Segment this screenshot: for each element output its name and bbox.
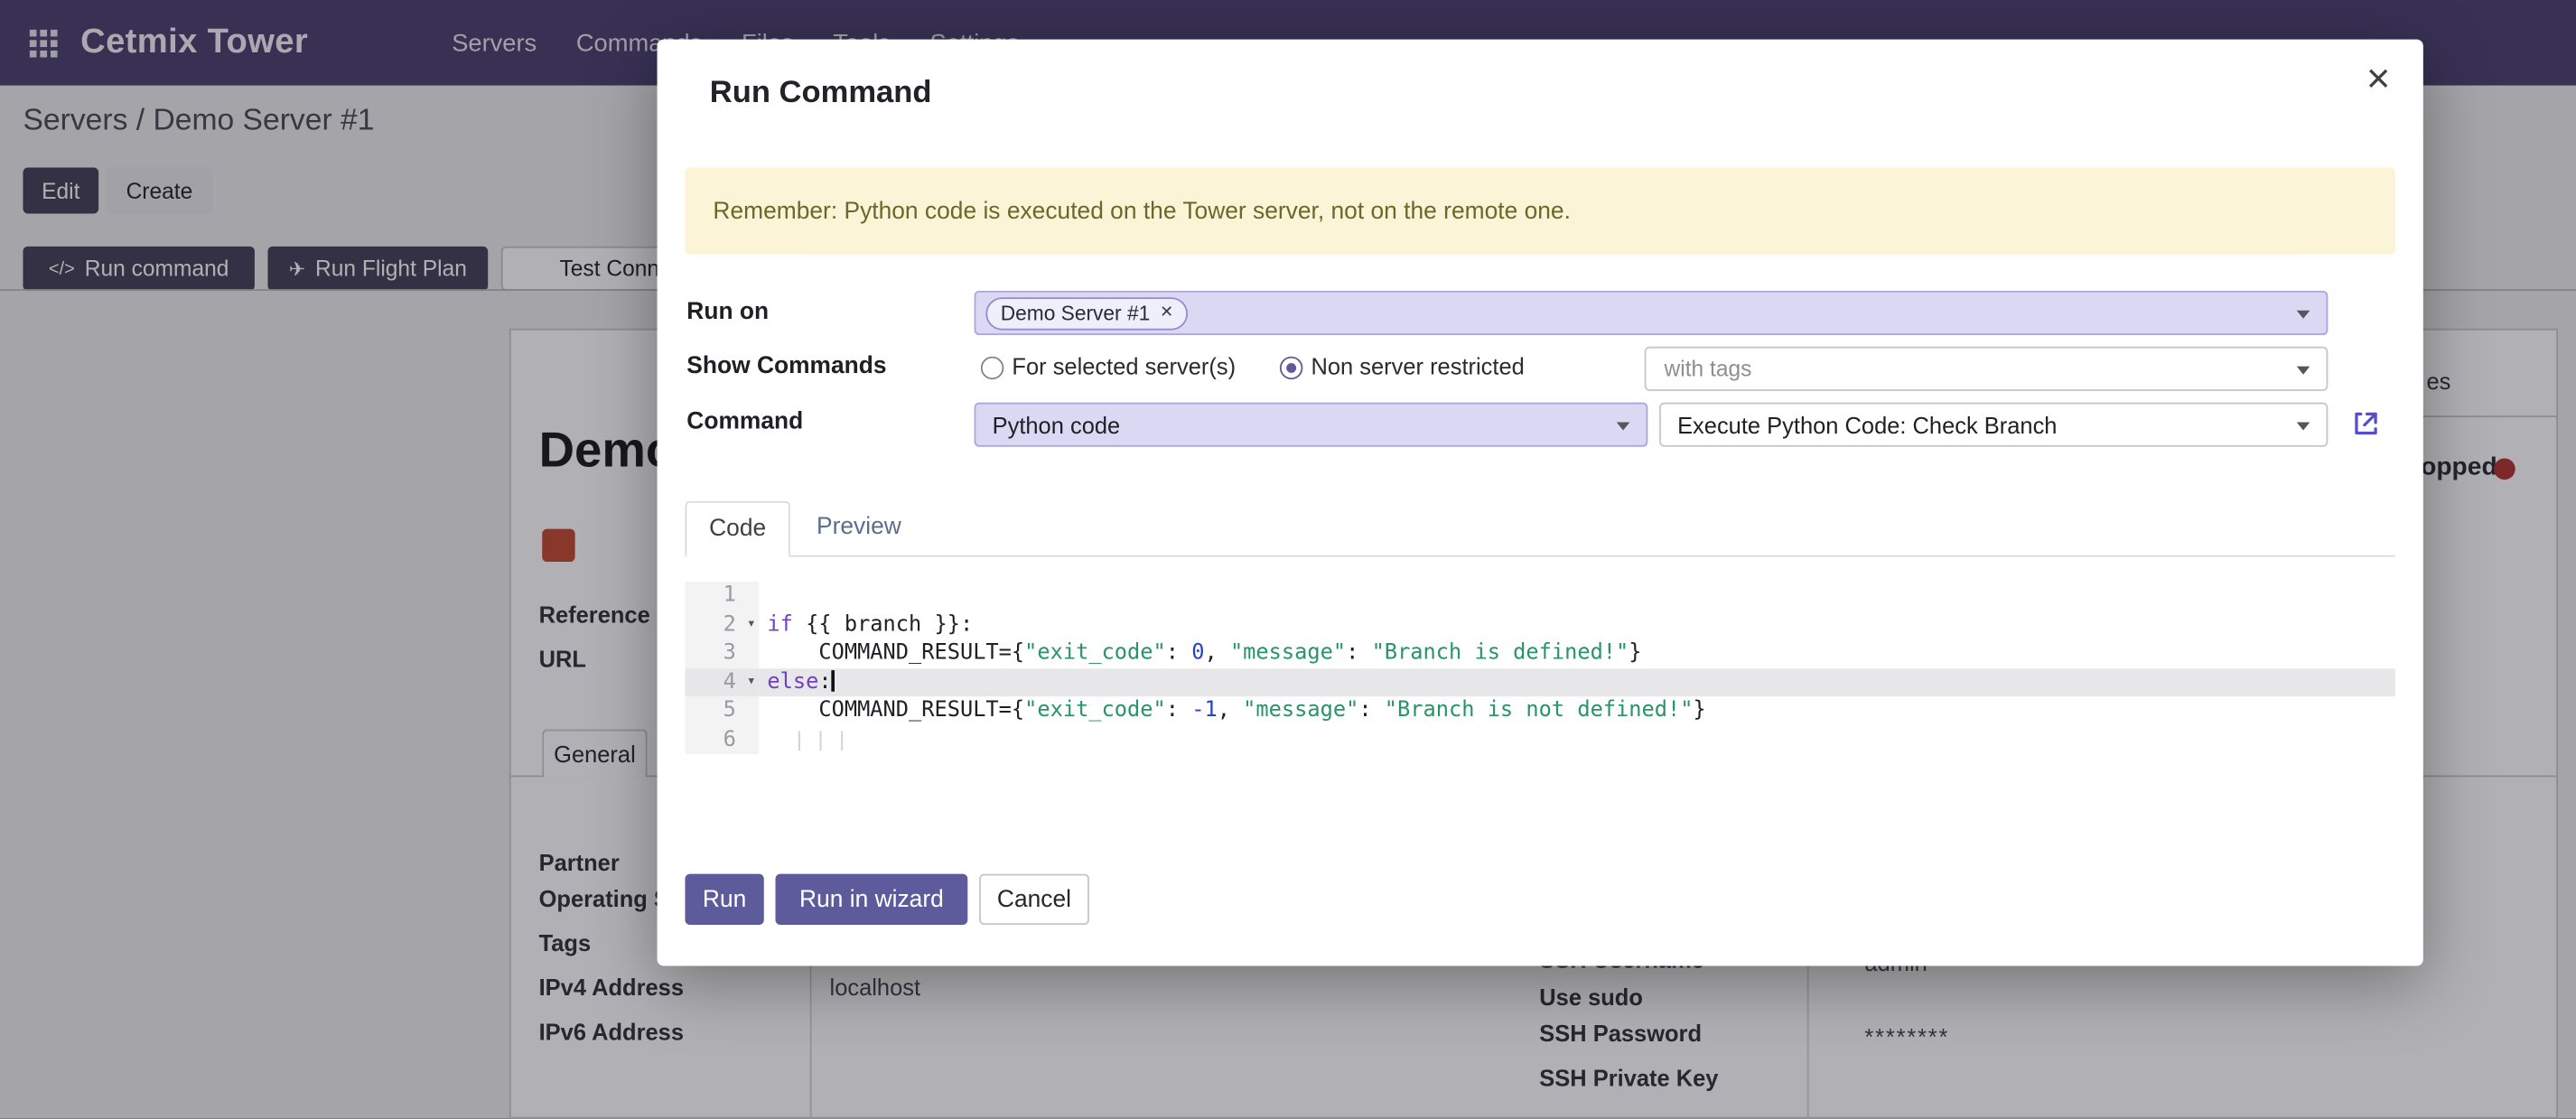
run-command-modal: Run Command × Remember: Python code is e…: [658, 40, 2423, 966]
warning-text: Remember: Python code is executed on the…: [713, 198, 1571, 224]
radio-non-server-restricted-label[interactable]: Non server restricted: [1311, 353, 1524, 379]
tab-bar-line: [685, 555, 2394, 557]
external-link-icon[interactable]: [2351, 409, 2381, 447]
run-on-label: Run on: [686, 299, 769, 325]
code-editor-lines: 12▾if {{ branch }}:3 COMMAND_RESULT={"ex…: [685, 582, 2394, 754]
line-number: 4▾: [685, 667, 759, 696]
warning-banner: Remember: Python code is executed on the…: [685, 168, 2394, 255]
radio-selected-servers-label[interactable]: For selected server(s): [1012, 353, 1236, 379]
chevron-down-icon[interactable]: [2297, 367, 2310, 375]
screen: Cetmix Tower ServersCommandsFilesToolsSe…: [0, 0, 2576, 1119]
code-line-content: COMMAND_RESULT={"exit_code": 0, "message…: [759, 639, 2395, 668]
run-button[interactable]: Run: [685, 874, 763, 925]
line-number: 3: [685, 639, 759, 668]
close-icon[interactable]: ×: [2366, 59, 2391, 99]
command-label: Command: [686, 409, 803, 435]
tags-select[interactable]: with tags: [1645, 347, 2329, 391]
indent-guide: [798, 730, 800, 750]
line-number: 6: [685, 725, 759, 754]
chevron-down-icon[interactable]: [1617, 422, 1630, 430]
fold-caret-icon[interactable]: ▾: [747, 611, 756, 639]
line-number: 1: [685, 582, 759, 611]
text-cursor: [832, 669, 835, 691]
command-type-value: Python code: [993, 412, 1121, 438]
code-line-1[interactable]: 1: [685, 582, 2394, 611]
cancel-button[interactable]: Cancel: [979, 874, 1089, 925]
code-line-content: [759, 582, 2395, 611]
tag-remove-icon[interactable]: ✕: [1160, 303, 1173, 322]
radio-selected-servers[interactable]: [981, 357, 1003, 379]
server-tag-label: Demo Server #1: [1001, 302, 1151, 324]
run-on-multiselect[interactable]: Demo Server #1 ✕: [975, 291, 2329, 335]
command-select[interactable]: Execute Python Code: Check Branch: [1659, 403, 2328, 447]
code-line-5[interactable]: 5 COMMAND_RESULT={"exit_code": -1, "mess…: [685, 696, 2394, 725]
server-tag[interactable]: Demo Server #1 ✕: [985, 296, 1188, 329]
code-line-6[interactable]: 6: [685, 725, 2394, 754]
code-line-content: else:: [759, 667, 2395, 696]
indent-guide: [820, 730, 822, 750]
code-editor[interactable]: 12▾if {{ branch }}:3 COMMAND_RESULT={"ex…: [685, 582, 2394, 769]
line-number: 2▾: [685, 611, 759, 639]
modal-title: Run Command: [710, 76, 932, 112]
code-line-content: if {{ branch }}:: [759, 611, 2395, 639]
command-type-select[interactable]: Python code: [975, 403, 1648, 447]
chevron-down-icon[interactable]: [2297, 311, 2310, 319]
show-commands-label: Show Commands: [686, 353, 886, 379]
chevron-down-icon[interactable]: [2297, 422, 2310, 430]
line-number: 5: [685, 696, 759, 725]
tab-code[interactable]: Code: [685, 501, 789, 557]
fold-caret-icon[interactable]: ▾: [747, 667, 756, 696]
tags-placeholder: with tags: [1665, 357, 1752, 381]
code-line-content: COMMAND_RESULT={"exit_code": -1, "messag…: [759, 696, 2395, 725]
code-line-content: [759, 725, 2395, 754]
code-line-4[interactable]: 4▾else:: [685, 667, 2394, 696]
code-line-3[interactable]: 3 COMMAND_RESULT={"exit_code": 0, "messa…: [685, 639, 2394, 668]
command-value: Execute Python Code: Check Branch: [1677, 412, 2057, 438]
run-in-wizard-button[interactable]: Run in wizard: [776, 874, 968, 925]
tab-preview[interactable]: Preview: [817, 514, 901, 540]
indent-guide: [841, 730, 843, 750]
code-line-2[interactable]: 2▾if {{ branch }}:: [685, 611, 2394, 639]
radio-non-server-restricted[interactable]: [1280, 357, 1302, 379]
